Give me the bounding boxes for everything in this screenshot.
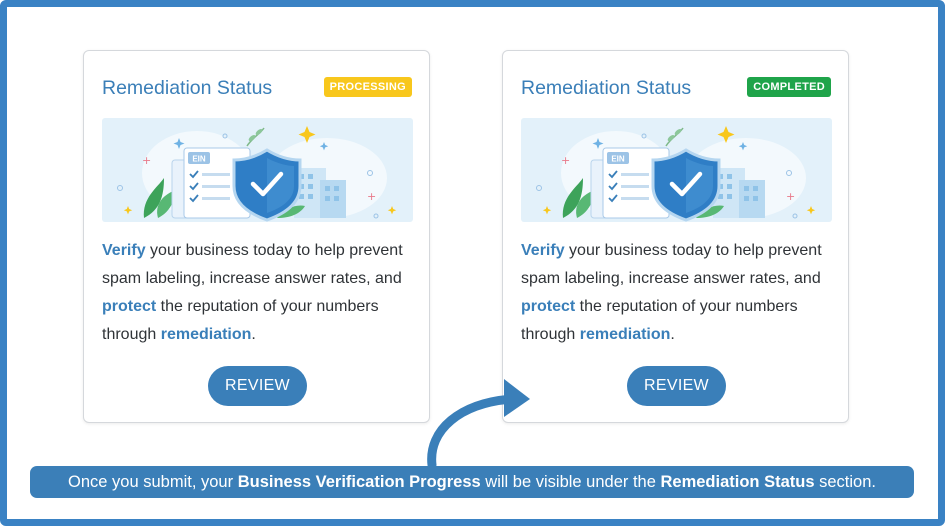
verification-illustration: EIN + + bbox=[521, 118, 832, 222]
svg-text:+: + bbox=[142, 154, 151, 167]
svg-text:+: + bbox=[561, 154, 570, 167]
review-button[interactable]: REVIEW bbox=[208, 366, 307, 406]
verify-highlight: Verify bbox=[102, 242, 146, 259]
remediation-status-card-completed: Remediation Status COMPLETED EIN + + Ver… bbox=[502, 50, 849, 423]
card-title: Remediation Status bbox=[521, 77, 692, 99]
remediation-highlight: remediation bbox=[160, 326, 252, 343]
review-button[interactable]: REVIEW bbox=[627, 366, 726, 406]
caption-bold-status: Remediation Status bbox=[660, 473, 815, 491]
remediation-status-card-processing: Remediation Status PROCESSING EIN + + Ve… bbox=[83, 50, 430, 423]
card-description: Verify your business today to help preve… bbox=[521, 242, 822, 343]
status-badge-processing: PROCESSING bbox=[323, 77, 412, 97]
curved-arrow-icon bbox=[427, 379, 530, 470]
verification-illustration: EIN + + bbox=[102, 118, 413, 222]
svg-text:EIN: EIN bbox=[192, 155, 206, 164]
card-description: Verify your business today to help preve… bbox=[102, 242, 403, 343]
protect-highlight: protect bbox=[521, 298, 576, 315]
caption-banner: Once you submit, your Business Verificat… bbox=[30, 466, 914, 498]
svg-text:EIN: EIN bbox=[611, 155, 625, 164]
svg-text:+: + bbox=[786, 190, 795, 203]
caption-bold-progress: Business Verification Progress bbox=[237, 473, 481, 491]
verify-highlight: Verify bbox=[521, 242, 565, 259]
protect-highlight: protect bbox=[102, 298, 157, 315]
status-badge-completed: COMPLETED bbox=[747, 77, 831, 97]
card-title: Remediation Status bbox=[102, 77, 273, 99]
svg-text:+: + bbox=[367, 190, 376, 203]
remediation-highlight: remediation bbox=[579, 326, 671, 343]
